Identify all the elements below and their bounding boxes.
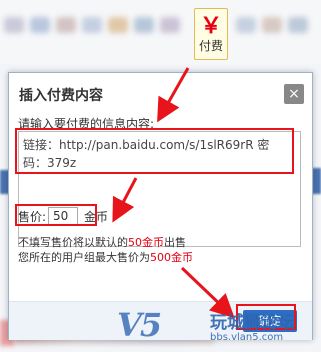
arrow-to-price <box>112 177 138 223</box>
watermark-logo: V5 <box>117 306 162 344</box>
watermark-name: 玩城狮论坛 <box>210 313 295 333</box>
watermark-url: bbs.vlan5.com <box>210 332 284 343</box>
arrow-to-confirm <box>180 266 235 319</box>
arrow-to-content <box>157 67 190 123</box>
annotation-arrows <box>112 67 235 319</box>
